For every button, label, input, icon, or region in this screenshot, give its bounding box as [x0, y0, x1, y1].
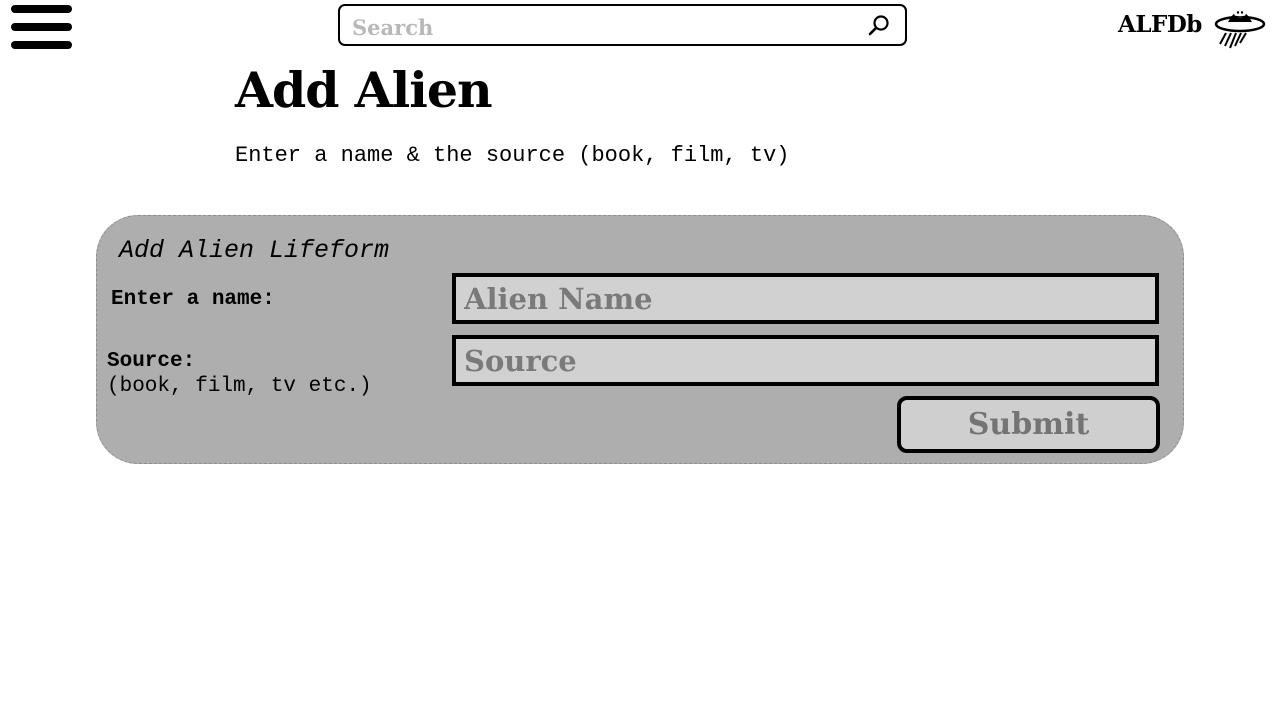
search-icon[interactable] — [868, 14, 890, 36]
name-label: Enter a name: — [111, 288, 275, 311]
search-input[interactable] — [350, 12, 864, 42]
form-title: Add Alien Lifeform — [119, 236, 390, 265]
alien-name-input[interactable] — [452, 273, 1159, 324]
page-subtitle: Enter a name & the source (book, film, t… — [235, 143, 790, 168]
menu-button[interactable] — [11, 5, 73, 49]
source-hint: (book, film, tv etc.) — [107, 375, 372, 398]
source-input[interactable] — [452, 335, 1159, 386]
submit-button[interactable]: Submit — [897, 396, 1160, 453]
add-alien-form: Add Alien Lifeform Enter a name: Source:… — [96, 215, 1184, 464]
search-bar — [338, 4, 907, 46]
alien-ufo-logo-icon[interactable] — [1214, 4, 1266, 50]
brand-name[interactable]: ALFDb — [1118, 11, 1202, 38]
source-label: Source: — [107, 350, 196, 373]
page-title: Add Alien — [235, 61, 493, 119]
